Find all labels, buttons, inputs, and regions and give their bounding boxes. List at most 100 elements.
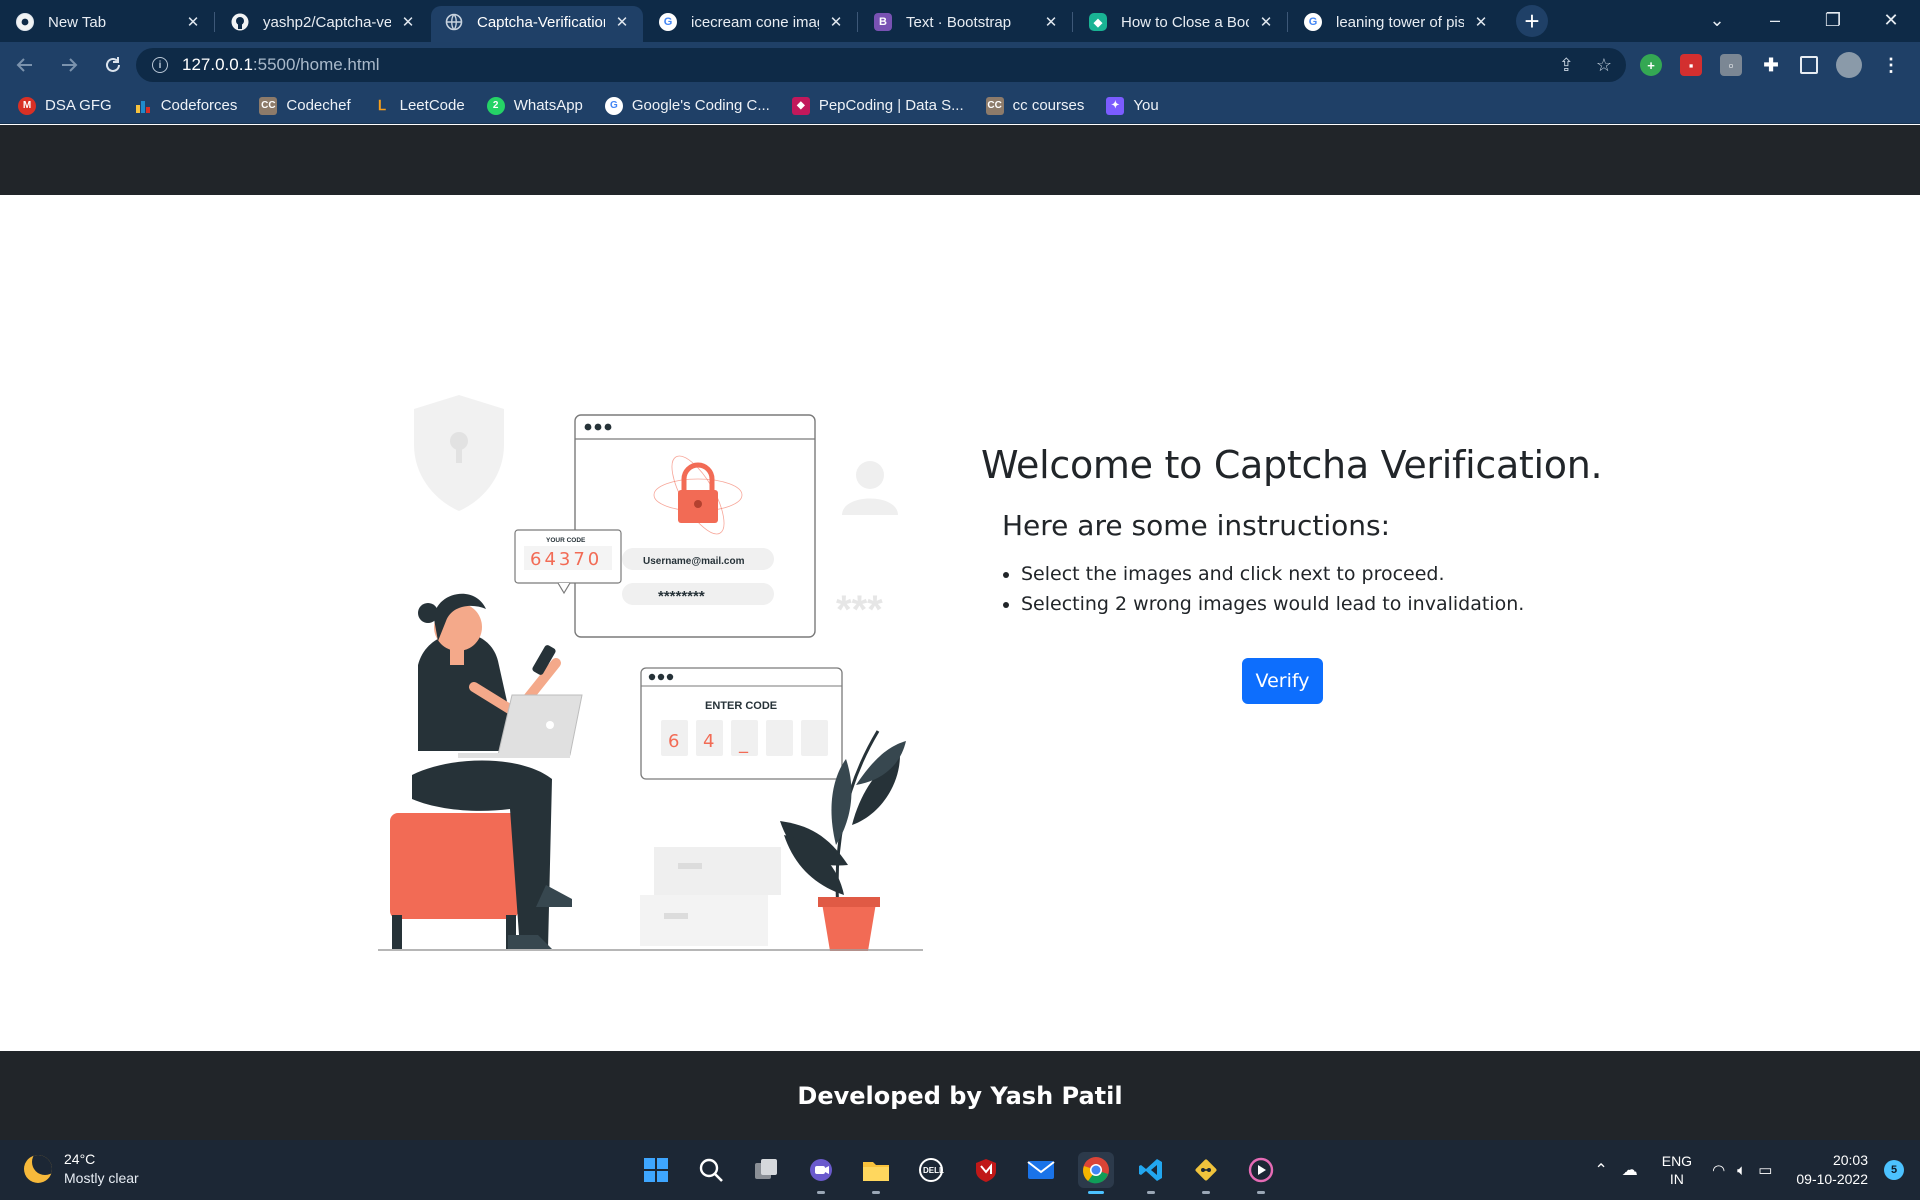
- running-indicator: [1147, 1191, 1155, 1194]
- task-view-icon[interactable]: [748, 1152, 784, 1188]
- arrow-right-icon: [62, 58, 78, 72]
- language-indicator[interactable]: ENG IN: [1662, 1152, 1692, 1188]
- bookmark-dsa-gfg[interactable]: M DSA GFG: [18, 96, 112, 115]
- you-icon: ✦: [1106, 96, 1125, 115]
- mail-icon[interactable]: [1023, 1152, 1059, 1188]
- bookmark-label: LeetCode: [399, 97, 465, 114]
- tab-close-icon[interactable]: ✕: [1042, 13, 1060, 31]
- address-bar[interactable]: i 127.0.0.1:5500/home.html ⇪ ☆: [136, 48, 1626, 82]
- illustration-mask-stars: ***: [836, 588, 883, 632]
- close-window-icon[interactable]: ✕: [1862, 10, 1920, 31]
- tab-icecream-cone-image[interactable]: G icecream cone image ✕: [645, 6, 857, 42]
- chevron-up-icon[interactable]: ⌃: [1594, 1160, 1607, 1180]
- reload-button[interactable]: [94, 46, 132, 84]
- dell-icon[interactable]: DELL: [913, 1152, 949, 1188]
- tab-new-tab[interactable]: New Tab ✕: [2, 6, 214, 42]
- pepcoding-icon: ◆: [791, 96, 810, 115]
- chrome-icon[interactable]: [1078, 1152, 1114, 1194]
- tab-close-icon[interactable]: ✕: [613, 13, 631, 31]
- git-icon[interactable]: [1188, 1152, 1224, 1194]
- tab-close-icon[interactable]: ✕: [1257, 13, 1275, 31]
- reload-icon: [106, 57, 120, 72]
- bookmark-label: DSA GFG: [45, 97, 112, 114]
- codeforces-icon: [134, 97, 152, 115]
- teams-chat-icon[interactable]: [803, 1152, 839, 1194]
- your-code-value: 64370: [530, 549, 602, 570]
- bookmark-star-icon[interactable]: ☆: [1596, 55, 1612, 76]
- bookmark-label: WhatsApp: [513, 97, 583, 114]
- instruction-item: Selecting 2 wrong images would lead to i…: [1021, 592, 1621, 616]
- bookmark-google-coding[interactable]: G Google's Coding C...: [604, 96, 770, 115]
- wifi-icon[interactable]: ◠: [1712, 1161, 1725, 1179]
- notification-badge[interactable]: 5: [1884, 1160, 1904, 1180]
- bookmark-pepcoding[interactable]: ◆ PepCoding | Data S...: [791, 96, 964, 115]
- tab-title: Captcha-Verification: [477, 13, 605, 31]
- weather-widget[interactable]: 24°C Mostly clear: [24, 1150, 139, 1188]
- captcha-illustration: Username@mail.com ******** *** YOUR CODE…: [378, 395, 923, 951]
- clock-time: 20:03: [1832, 1152, 1868, 1168]
- tab-close-bootstrap[interactable]: ◆ How to Close a Boots ✕: [1075, 6, 1287, 42]
- your-code-label: YOUR CODE: [546, 537, 586, 544]
- running-indicator: [1257, 1191, 1265, 1194]
- running-indicator: [817, 1191, 825, 1194]
- mcafee-icon[interactable]: [968, 1152, 1004, 1188]
- bookmark-cc-courses[interactable]: CC cc courses: [985, 96, 1084, 115]
- profile-avatar-icon[interactable]: [1836, 52, 1862, 78]
- new-tab-button[interactable]: +: [1516, 5, 1548, 37]
- page-title: Welcome to Captcha Verification.: [981, 443, 1603, 487]
- bookmark-codeforces[interactable]: Codeforces: [134, 97, 238, 115]
- extensions-area: + ▪ ▫ ✚ ⋮: [1640, 42, 1902, 88]
- bookmark-codechef[interactable]: CC Codechef: [259, 96, 351, 115]
- bookmark-you[interactable]: ✦ You: [1106, 96, 1159, 115]
- codechef-icon: CC: [259, 96, 278, 115]
- tab-close-icon[interactable]: ✕: [184, 13, 202, 31]
- tab-close-icon[interactable]: ✕: [1472, 13, 1490, 31]
- site-info-icon[interactable]: i: [152, 57, 168, 73]
- github-icon: [231, 13, 249, 31]
- tab-close-icon[interactable]: ✕: [827, 13, 845, 31]
- volume-icon[interactable]: 🔈︎: [1737, 1162, 1746, 1179]
- media-player-icon[interactable]: [1243, 1152, 1279, 1194]
- restore-icon[interactable]: ❐: [1804, 10, 1862, 31]
- arrow-left-icon: [16, 58, 32, 72]
- bookmark-whatsapp[interactable]: 2 WhatsApp: [486, 96, 583, 115]
- file-explorer-icon[interactable]: [858, 1152, 894, 1194]
- extensions-puzzle-icon[interactable]: ✚: [1760, 54, 1782, 76]
- clock[interactable]: 20:03 09-10-2022: [1796, 1151, 1868, 1189]
- vscode-icon[interactable]: [1133, 1152, 1169, 1194]
- tab-title: icecream cone image: [691, 13, 819, 31]
- bookmark-leetcode[interactable]: ᒪ LeetCode: [373, 97, 465, 115]
- tab-bootstrap-text[interactable]: B Text · Bootstrap ✕: [860, 6, 1072, 42]
- bookmark-label: Google's Coding C...: [631, 97, 770, 114]
- search-icon[interactable]: [693, 1152, 729, 1188]
- welcome-content: Welcome to Captcha Verification. Here ar…: [981, 443, 1621, 622]
- entered-digit: _: [738, 733, 749, 754]
- extension-plus-icon[interactable]: +: [1640, 54, 1662, 76]
- share-icon[interactable]: ⇪: [1559, 55, 1574, 76]
- tab-leaning-tower-of-pisa[interactable]: G leaning tower of pisa ✕: [1290, 6, 1502, 42]
- side-panel-icon[interactable]: [1800, 56, 1818, 74]
- minimize-icon[interactable]: –: [1746, 10, 1804, 31]
- back-button[interactable]: [6, 46, 44, 84]
- tab-captcha-verification[interactable]: Captcha-Verification ✕: [431, 6, 643, 42]
- extension-toggle-icon[interactable]: ▫: [1720, 54, 1742, 76]
- extension-pdf-icon[interactable]: ▪: [1680, 54, 1702, 76]
- tab-close-icon[interactable]: ✕: [399, 13, 417, 31]
- app-icon: ◆: [1089, 13, 1107, 31]
- windows-start-icon[interactable]: [638, 1152, 674, 1188]
- forward-button[interactable]: [50, 46, 88, 84]
- verify-button[interactable]: Verify: [1242, 658, 1323, 704]
- battery-icon[interactable]: ▭: [1758, 1161, 1772, 1179]
- chrome-icon: [16, 13, 34, 31]
- tab-search-icon[interactable]: ⌄: [1688, 10, 1746, 31]
- onedrive-cloud-icon[interactable]: ☁: [1622, 1160, 1638, 1180]
- tab-divider: [1287, 12, 1288, 32]
- language-code: ENG: [1661, 1153, 1693, 1169]
- bootstrap-icon: B: [874, 13, 892, 31]
- running-indicator: [872, 1191, 880, 1194]
- chrome-menu-icon[interactable]: ⋮: [1880, 54, 1902, 76]
- illustration-password-mask: ********: [658, 588, 705, 605]
- tab-github-captcha[interactable]: yashp2/Captcha-verif ✕: [217, 6, 429, 42]
- bookmark-label: Codeforces: [160, 97, 238, 114]
- tab-title: Text · Bootstrap: [906, 13, 1012, 31]
